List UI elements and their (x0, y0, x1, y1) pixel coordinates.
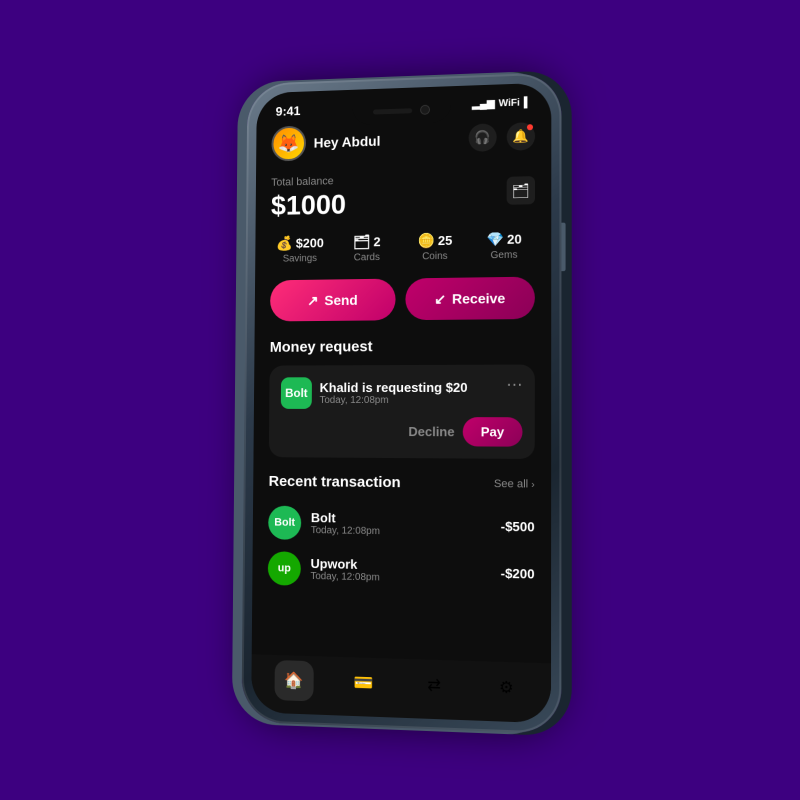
send-label: Send (324, 292, 357, 308)
greeting-text: Hey Abdul (314, 133, 381, 151)
settings-icon: ⚙ (499, 677, 514, 698)
bolt-time: Today, 12:08pm (311, 525, 491, 539)
nav-settings[interactable]: ⚙ (486, 667, 527, 710)
nav-transfer[interactable]: ⇄ (414, 664, 454, 706)
stat-savings[interactable]: 💰 $200 Savings (271, 234, 330, 264)
money-request-title: Money request (270, 337, 535, 356)
phone-device: 9:41 ▂▄▆ WiFi ▌ 🦊 Hey Abdul 🎧 🔔 (241, 72, 561, 734)
request-info: Khalid is requesting $20 Today, 12:08pm (320, 380, 523, 406)
bottom-nav: 🏠 💳 ⇄ ⚙ (251, 654, 551, 723)
cards-value: 2 (373, 234, 380, 249)
signal-icon: ▂▄▆ (472, 99, 495, 111)
savings-emoji: 💰 (276, 235, 293, 252)
request-header: Bolt Khalid is requesting $20 Today, 12:… (281, 377, 523, 409)
decline-button[interactable]: Decline (408, 424, 454, 439)
avatar: 🦊 (271, 126, 306, 162)
requester-name: Khalid is requesting $20 (320, 380, 523, 395)
camera-notch (420, 105, 430, 115)
app-content: 🦊 Hey Abdul 🎧 🔔 Total balance $1000 🗂 (251, 114, 551, 710)
stat-gems[interactable]: 💎 20 Gems (473, 230, 535, 261)
cards-nav-icon: 💳 (353, 673, 373, 694)
see-all-link[interactable]: See all › (494, 477, 535, 490)
stats-row: 💰 $200 Savings 🗂 2 Cards 🪙 25 (271, 230, 535, 264)
money-request-card: Bolt Khalid is requesting $20 Today, 12:… (269, 365, 535, 459)
transaction-item-bolt[interactable]: Bolt Bolt Today, 12:08pm -$500 (268, 500, 535, 550)
nav-cards[interactable]: 💳 (343, 662, 383, 704)
header-left: 🦊 Hey Abdul (271, 123, 380, 161)
action-buttons: ↗ Send ↙ Receive (270, 277, 535, 322)
request-options-icon[interactable]: ⋯ (506, 375, 522, 395)
bolt-amount: -$500 (501, 518, 535, 534)
stat-coins[interactable]: 🪙 25 Coins (405, 232, 466, 263)
receive-arrow-icon: ↙ (434, 290, 446, 307)
cards-label: Cards (354, 252, 380, 263)
headphone-icon[interactable]: 🎧 (469, 123, 497, 152)
send-button[interactable]: ↗ Send (270, 279, 396, 322)
status-icons: ▂▄▆ WiFi ▌ (472, 97, 531, 110)
request-time: Today, 12:08pm (320, 395, 523, 406)
nav-home[interactable]: 🏠 (274, 660, 313, 701)
phone-screen: 9:41 ▂▄▆ WiFi ▌ 🦊 Hey Abdul 🎧 🔔 (251, 83, 551, 724)
header-icons: 🎧 🔔 (469, 122, 535, 152)
requester-logo: Bolt (281, 377, 312, 409)
pay-button[interactable]: Pay (463, 417, 523, 447)
notch (352, 96, 450, 125)
transaction-item-upwork[interactable]: up Upwork Today, 12:08pm -$200 (268, 545, 535, 597)
coins-label: Coins (422, 251, 447, 262)
battery-icon: ▌ (524, 97, 531, 108)
wifi-icon: WiFi (499, 98, 520, 110)
upwork-logo: up (268, 551, 301, 586)
coins-emoji: 🪙 (418, 232, 435, 249)
status-time: 9:41 (276, 103, 301, 118)
gems-value: 20 (507, 232, 522, 247)
speaker-notch (373, 108, 412, 114)
transactions-title: Recent transaction (269, 473, 401, 491)
see-all-arrow-icon: › (531, 479, 534, 490)
volume-down-button[interactable] (242, 251, 246, 282)
stat-cards[interactable]: 🗂 2 Cards (337, 233, 397, 264)
home-icon: 🏠 (284, 670, 304, 691)
bolt-logo: Bolt (268, 506, 301, 540)
balance-section: Total balance $1000 🗂 (271, 170, 535, 222)
balance-amount: $1000 (271, 189, 346, 222)
volume-up-button[interactable] (242, 210, 246, 241)
upwork-time: Today, 12:08pm (310, 571, 490, 586)
gems-emoji: 💎 (486, 231, 504, 248)
transactions-header: Recent transaction See all › (269, 473, 535, 493)
upwork-transaction-info: Upwork Today, 12:08pm (310, 556, 490, 586)
send-arrow-icon: ↗ (307, 292, 318, 309)
request-actions: Decline Pay (280, 417, 522, 447)
coins-value: 25 (438, 233, 452, 248)
bolt-transaction-info: Bolt Today, 12:08pm (311, 510, 491, 539)
gems-label: Gems (491, 250, 518, 261)
savings-label: Savings (283, 253, 317, 264)
cards-emoji: 🗂 (353, 234, 370, 251)
upwork-amount: -$200 (501, 565, 535, 581)
power-button[interactable] (561, 223, 565, 272)
transfer-icon: ⇄ (427, 675, 441, 696)
receive-label: Receive (452, 290, 505, 307)
receive-button[interactable]: ↙ Receive (405, 277, 535, 321)
see-all-label: See all (494, 477, 528, 490)
notification-bell-icon[interactable]: 🔔 (507, 122, 535, 151)
savings-value: $200 (296, 235, 324, 250)
balance-card-icon[interactable]: 🗂 (507, 176, 535, 205)
